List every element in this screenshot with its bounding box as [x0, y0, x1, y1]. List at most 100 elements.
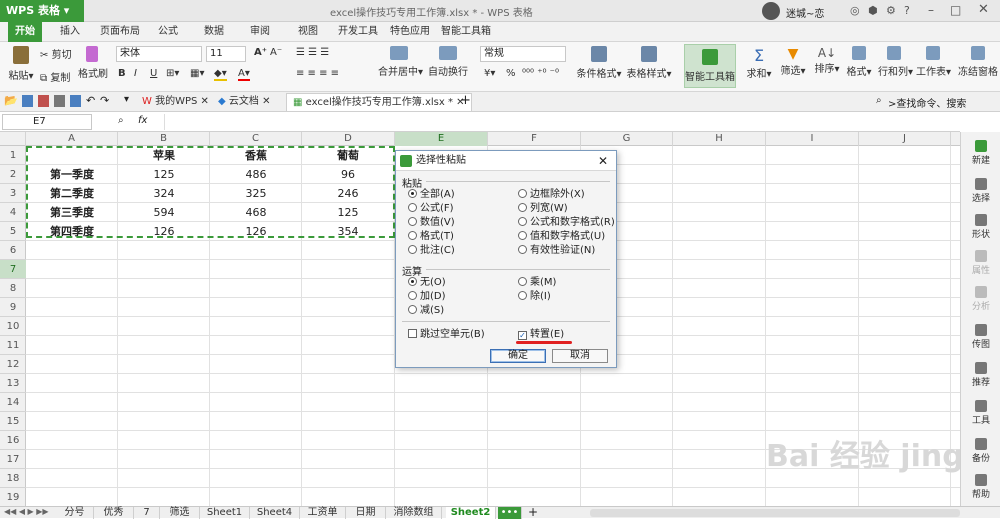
percent-button[interactable]: % — [506, 68, 516, 79]
skin-icon[interactable]: ◎ — [850, 4, 860, 17]
doc-tab-my-wps[interactable]: W 我的WPS ✕ — [136, 93, 215, 111]
chevron-down-icon[interactable]: ▾ — [124, 94, 129, 105]
currency-icon[interactable]: ¥▾ — [484, 68, 495, 79]
sheet-tab[interactable]: 优秀 — [94, 507, 134, 519]
name-box[interactable]: E7 — [2, 114, 92, 130]
row-header[interactable]: 9 — [0, 298, 26, 317]
underline-button[interactable]: U — [150, 68, 157, 79]
panel-upload-image[interactable]: 传图 — [961, 324, 1000, 350]
tab-data[interactable]: 数据 — [196, 22, 232, 42]
close-icon[interactable]: ✕ — [978, 2, 989, 17]
freeze-panes-button[interactable]: 冻结窗格 — [958, 46, 998, 78]
tab-smart-toolbox[interactable]: 智能工具箱 — [438, 22, 494, 42]
add-sheet-icon[interactable]: + — [528, 505, 538, 519]
tab-insert[interactable]: 插入 — [52, 22, 88, 42]
row-header[interactable]: 10 — [0, 317, 26, 336]
doc-tab-workbook[interactable]: ▦ excel操作技巧专用工作簿.xlsx * ✕ — [286, 93, 472, 111]
radio-paste-except-borders[interactable]: 边框除外(X) — [518, 189, 585, 201]
formula-input[interactable] — [164, 114, 960, 130]
grow-font-button[interactable]: A⁺ — [254, 47, 267, 58]
align-left-icon[interactable]: ≡ ≡ ≡ ≡ — [296, 68, 339, 79]
column-header-f[interactable]: F — [488, 132, 581, 146]
column-header-b[interactable]: B — [118, 132, 210, 146]
column-header-j[interactable]: J — [859, 132, 951, 146]
radio-paste-values-number-formats[interactable]: 值和数字格式(U) — [518, 231, 605, 243]
row-header[interactable]: 14 — [0, 393, 26, 412]
radio-paste-column-widths[interactable]: 列宽(W) — [518, 203, 568, 215]
sum-button[interactable]: Σ 求和▾ — [744, 46, 774, 80]
fx-button[interactable]: fx — [138, 115, 147, 126]
radio-paste-comments[interactable]: 批注(C) — [408, 245, 455, 257]
radio-op-none[interactable]: 无(O) — [408, 277, 446, 289]
radio-paste-values[interactable]: 数值(V) — [408, 217, 455, 229]
sheet-tab[interactable]: Sheet1 — [200, 507, 250, 519]
search-icon[interactable]: ⌕ — [876, 95, 882, 106]
tab-home[interactable]: 开始 — [8, 22, 42, 42]
preview-icon[interactable] — [70, 95, 81, 107]
row-col-button[interactable]: 行和列▾ — [878, 46, 913, 78]
align-top-icon[interactable]: ☰ ☰ ☰ — [296, 47, 329, 58]
close-icon[interactable]: ✕ — [201, 96, 209, 107]
column-header-e[interactable]: E — [395, 132, 488, 146]
sheet-tab[interactable]: 日期 — [346, 507, 386, 519]
row-header[interactable]: 8 — [0, 279, 26, 298]
open-icon[interactable]: 📂 — [4, 94, 18, 107]
column-header-c[interactable]: C — [210, 132, 302, 146]
tab-formulas[interactable]: 公式 — [150, 22, 186, 42]
font-color-icon[interactable]: A▾ — [238, 68, 250, 81]
avatar[interactable] — [762, 2, 780, 20]
sheet-tab[interactable]: 7 — [134, 507, 160, 519]
worksheet-button[interactable]: 工作表▾ — [916, 46, 951, 78]
close-icon[interactable]: ✕ — [598, 151, 608, 171]
conditional-format-button[interactable]: 条件格式▾ — [576, 46, 622, 80]
command-search-input[interactable]: >查找命令、搜索 — [888, 95, 1000, 110]
column-header-h[interactable]: H — [673, 132, 766, 146]
merge-center-button[interactable]: 合并居中▾ — [378, 46, 423, 78]
row-header[interactable]: 4 — [0, 203, 26, 222]
panel-shapes[interactable]: 形状 — [961, 214, 1000, 240]
help-icon[interactable]: ? — [904, 4, 910, 17]
ok-button[interactable]: 确定 — [490, 349, 546, 363]
column-header-a[interactable]: A — [26, 132, 118, 146]
radio-paste-formats[interactable]: 格式(T) — [408, 231, 454, 243]
print-icon[interactable] — [54, 95, 65, 107]
select-all-corner[interactable] — [0, 132, 26, 146]
sheet-nav-arrows-icon[interactable]: ◀◀ ◀ ▶ ▶▶ — [4, 507, 49, 516]
settings-icon[interactable]: ⚙ — [886, 4, 896, 17]
panel-properties[interactable]: 属性 — [961, 250, 1000, 276]
radio-paste-formulas[interactable]: 公式(F) — [408, 203, 454, 215]
row-header[interactable]: 6 — [0, 241, 26, 260]
row-header[interactable]: 19 — [0, 488, 26, 507]
redo-icon[interactable]: ↷ — [100, 94, 109, 107]
italic-button[interactable]: I — [134, 68, 137, 79]
panel-new[interactable]: 新建 — [961, 140, 1000, 166]
tab-page-layout[interactable]: 页面布局 — [96, 22, 144, 42]
sheet-tab[interactable]: 工资单 — [300, 507, 346, 519]
doc-tab-cloud[interactable]: ◆ 云文档 ✕ — [212, 93, 276, 111]
thousands-icon[interactable]: ⁰⁰⁰ ⁺⁰ ⁻⁰ — [522, 68, 559, 79]
cut-button[interactable]: ✂ 剪切 — [40, 46, 72, 61]
highlight-icon[interactable]: ◆▾ — [214, 68, 227, 81]
skip-blanks-checkbox[interactable]: 跳过空单元(B) — [408, 329, 485, 341]
row-header[interactable]: 2 — [0, 165, 26, 184]
panel-recommend[interactable]: 推荐 — [961, 362, 1000, 388]
format-button[interactable]: 格式▾ — [844, 46, 874, 78]
tab-view[interactable]: 视图 — [290, 22, 326, 42]
horizontal-scrollbar[interactable] — [590, 509, 960, 517]
radio-op-add[interactable]: 加(D) — [408, 291, 446, 303]
row-header[interactable]: 1 — [0, 146, 26, 165]
sheet-tab[interactable]: 筛选 — [160, 507, 200, 519]
column-header-g[interactable]: G — [581, 132, 673, 146]
more-sheets-button[interactable]: ••• — [498, 507, 522, 519]
minimize-icon[interactable]: – — [928, 3, 934, 17]
cancel-button[interactable]: 取消 — [552, 349, 608, 363]
wps-app-menu-button[interactable]: WPS 表格 ▾ — [0, 0, 84, 22]
sheet-tab-active[interactable]: Sheet2 — [446, 507, 496, 519]
zoom-icon[interactable]: ⌕ — [118, 115, 124, 126]
sheet-tab[interactable]: Sheet4 — [250, 507, 300, 519]
row-header[interactable]: 13 — [0, 374, 26, 393]
row-header[interactable]: 3 — [0, 184, 26, 203]
number-format-select[interactable]: 常规 — [480, 46, 566, 62]
radio-paste-formulas-number-formats[interactable]: 公式和数字格式(R) — [518, 217, 615, 229]
close-icon[interactable]: ✕ — [262, 96, 270, 107]
